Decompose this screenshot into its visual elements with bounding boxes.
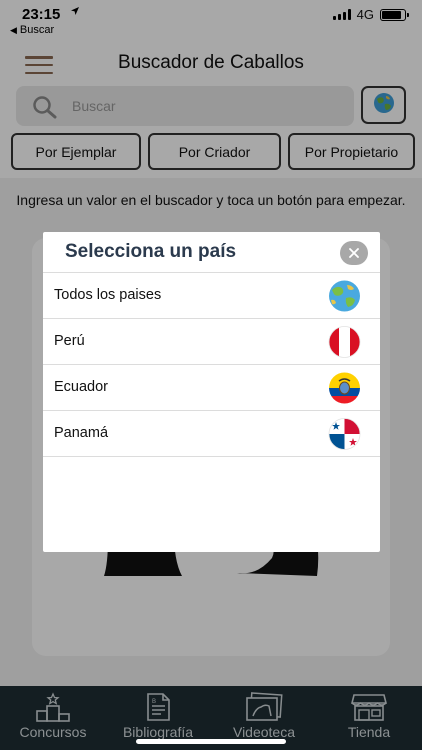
country-item-panama[interactable]: Panamá — [43, 411, 380, 457]
country-item-all[interactable]: Todos los paises — [43, 273, 380, 319]
country-name: Todos los paises — [54, 287, 162, 303]
home-indicator[interactable] — [136, 739, 286, 744]
ecuador-flag-icon — [327, 372, 362, 404]
country-item-ecuador[interactable]: Ecuador — [43, 365, 380, 411]
country-name: Ecuador — [54, 379, 109, 395]
globe-flag-icon — [327, 280, 362, 312]
panama-flag-icon — [327, 418, 362, 450]
country-list: Todos los paises Perú Ecuador Panamá — [43, 273, 380, 457]
country-item-peru[interactable]: Perú — [43, 319, 380, 365]
peru-flag-icon — [327, 326, 362, 358]
close-icon[interactable] — [340, 241, 368, 265]
country-select-modal: Selecciona un país Todos los paises Perú… — [43, 232, 380, 552]
modal-title: Selecciona un país — [65, 241, 237, 262]
country-name: Perú — [54, 333, 85, 349]
country-name: Panamá — [54, 425, 109, 441]
